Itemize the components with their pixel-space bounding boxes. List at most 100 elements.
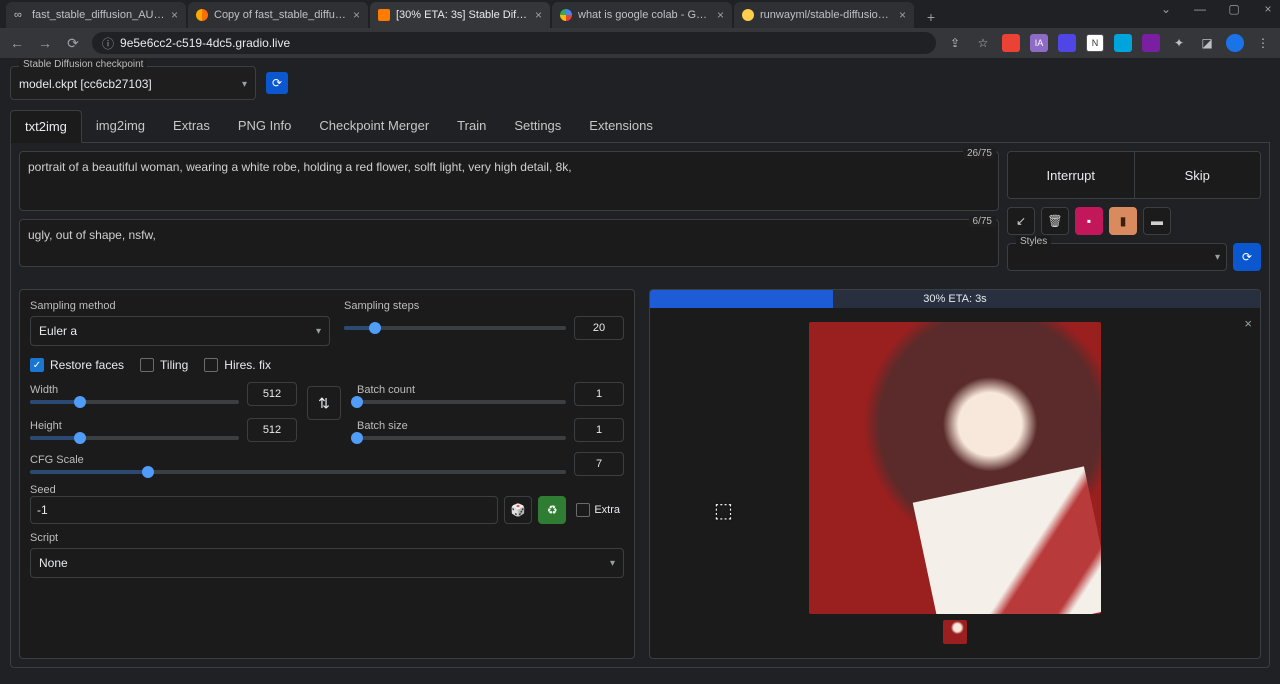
height-value[interactable] xyxy=(247,418,297,442)
script-label: Script xyxy=(30,532,624,544)
arrow-down-button[interactable]: ↙ xyxy=(1007,207,1035,235)
slider-thumb[interactable] xyxy=(142,466,154,478)
huggingface-icon xyxy=(742,9,754,21)
prompt-input[interactable]: 26/75 portrait of a beautiful woman, wea… xyxy=(19,151,999,211)
sampling-steps-value[interactable] xyxy=(574,316,624,340)
tab-checkpoint-merger[interactable]: Checkpoint Merger xyxy=(305,110,443,142)
reuse-seed-button[interactable]: ♻ xyxy=(538,496,566,524)
height-slider[interactable] xyxy=(30,436,239,440)
clear-button[interactable]: 🗑 xyxy=(1041,207,1069,235)
seed-extra-checkbox[interactable]: Extra xyxy=(572,496,624,524)
generated-image[interactable] xyxy=(809,322,1101,614)
output-panel: 30% ETA: 3s × xyxy=(649,289,1261,659)
browser-tab-strip: ∞ fast_stable_diffusion_AUTOMA × Copy of… xyxy=(0,0,1280,28)
height-label: Height xyxy=(30,420,239,432)
tiling-checkbox[interactable]: Tiling xyxy=(140,358,188,372)
swap-dimensions-button[interactable]: ⇅ xyxy=(307,386,341,420)
close-preview-button[interactable]: × xyxy=(1244,316,1252,331)
menu-icon[interactable]: ⋮ xyxy=(1254,34,1272,52)
app-body: Stable Diffusion checkpoint model.ckpt [… xyxy=(0,58,1280,676)
browser-tab[interactable]: what is google colab - Google × xyxy=(552,2,732,28)
seed-input[interactable] xyxy=(30,496,498,524)
save-style-button[interactable]: ▬ xyxy=(1143,207,1171,235)
skip-button[interactable]: Skip xyxy=(1135,152,1261,198)
slider-thumb[interactable] xyxy=(74,396,86,408)
chevron-down-icon[interactable]: ⌄ xyxy=(1158,2,1174,16)
slider-thumb[interactable] xyxy=(351,432,363,444)
script-select[interactable]: None ▾ xyxy=(30,548,624,578)
negative-prompt-input[interactable]: 6/75 ugly, out of shape, nsfw, xyxy=(19,219,999,267)
tab-img2img[interactable]: img2img xyxy=(82,110,159,142)
batch-count-slider[interactable] xyxy=(357,400,566,404)
slider-thumb[interactable] xyxy=(351,396,363,408)
new-tab-button[interactable]: + xyxy=(920,6,942,28)
width-slider[interactable] xyxy=(30,400,239,404)
profile-icon[interactable] xyxy=(1226,34,1244,52)
clipboard-button[interactable]: ▮ xyxy=(1109,207,1137,235)
cfg-value[interactable] xyxy=(574,452,624,476)
restore-faces-checkbox[interactable]: ✓ Restore faces xyxy=(30,358,124,372)
tab-title: runwayml/stable-diffusion-v1 xyxy=(760,9,893,21)
close-icon[interactable]: × xyxy=(353,8,360,22)
extension-icon[interactable] xyxy=(1002,34,1020,52)
close-window-icon[interactable]: × xyxy=(1260,2,1276,16)
close-icon[interactable]: × xyxy=(899,8,906,22)
neg-prompt-text: ugly, out of shape, nsfw, xyxy=(28,228,990,242)
minimize-icon[interactable]: ― xyxy=(1192,2,1208,16)
close-icon[interactable]: × xyxy=(171,8,178,22)
random-seed-button[interactable]: 🎲 xyxy=(504,496,532,524)
tab-png-info[interactable]: PNG Info xyxy=(224,110,305,142)
sampling-steps-group: Sampling steps xyxy=(344,300,624,340)
browser-tab[interactable]: runwayml/stable-diffusion-v1 × xyxy=(734,2,914,28)
close-icon[interactable]: × xyxy=(717,8,724,22)
site-info-icon[interactable]: ⓘ xyxy=(102,35,114,52)
tab-settings[interactable]: Settings xyxy=(500,110,575,142)
tab-train[interactable]: Train xyxy=(443,110,500,142)
slider-thumb[interactable] xyxy=(74,432,86,444)
star-icon[interactable]: ☆ xyxy=(974,34,992,52)
extension-icon[interactable]: N xyxy=(1086,34,1104,52)
extensions-icon[interactable]: ✦ xyxy=(1170,34,1188,52)
browser-tab[interactable]: [30% ETA: 3s] Stable Diffusion × xyxy=(370,2,550,28)
refresh-styles-button[interactable]: ⟳ xyxy=(1233,243,1261,271)
checkpoint-select[interactable]: Stable Diffusion checkpoint model.ckpt [… xyxy=(10,66,256,100)
close-icon[interactable]: × xyxy=(535,8,542,22)
extension-icon[interactable] xyxy=(1058,34,1076,52)
chevron-down-icon: ▾ xyxy=(242,79,247,90)
browser-tab[interactable]: ∞ fast_stable_diffusion_AUTOMA × xyxy=(6,2,186,28)
styles-select[interactable]: Styles ▾ xyxy=(1007,243,1227,271)
extension-icon[interactable] xyxy=(1142,34,1160,52)
extension-icon[interactable] xyxy=(1114,34,1132,52)
refresh-checkpoint-button[interactable]: ⟳ xyxy=(266,72,288,94)
cfg-label: CFG Scale xyxy=(30,454,566,466)
slider-thumb[interactable] xyxy=(369,322,381,334)
batch-count-value[interactable] xyxy=(574,382,624,406)
tab-txt2img[interactable]: txt2img xyxy=(10,110,82,143)
forward-icon[interactable]: → xyxy=(36,35,54,51)
reload-icon[interactable]: ⟳ xyxy=(64,35,82,52)
prompt-token-count: 26/75 xyxy=(963,148,996,159)
tab-extras[interactable]: Extras xyxy=(159,110,224,142)
sampling-method-select[interactable]: Euler a ▾ xyxy=(30,316,330,346)
image-thumbnail[interactable] xyxy=(943,620,967,644)
back-icon[interactable]: ← xyxy=(8,35,26,51)
restore-faces-label: Restore faces xyxy=(50,358,124,372)
style-button[interactable]: ▪ xyxy=(1075,207,1103,235)
batch-size-slider[interactable] xyxy=(357,436,566,440)
main-tabs: txt2img img2img Extras PNG Info Checkpoi… xyxy=(10,110,1270,143)
maximize-icon[interactable]: ▢ xyxy=(1226,2,1242,16)
batch-size-value[interactable] xyxy=(574,418,624,442)
tab-extensions[interactable]: Extensions xyxy=(575,110,667,142)
browser-tab[interactable]: Copy of fast_stable_diffusion × xyxy=(188,2,368,28)
cfg-slider[interactable] xyxy=(30,470,566,474)
seed-label: Seed xyxy=(30,484,498,496)
sampling-steps-slider[interactable] xyxy=(344,326,566,330)
extension-icon[interactable]: IA xyxy=(1030,34,1048,52)
width-value[interactable] xyxy=(247,382,297,406)
side-panel-icon[interactable]: ◪ xyxy=(1198,34,1216,52)
share-icon[interactable]: ⇪ xyxy=(946,34,964,52)
hires-fix-checkbox[interactable]: Hires. fix xyxy=(204,358,271,372)
interrupt-button[interactable]: Interrupt xyxy=(1008,152,1135,198)
url-input[interactable]: ⓘ 9e5e6cc2-c519-4dc5.gradio.live xyxy=(92,32,936,54)
sampling-steps-label: Sampling steps xyxy=(344,300,624,312)
